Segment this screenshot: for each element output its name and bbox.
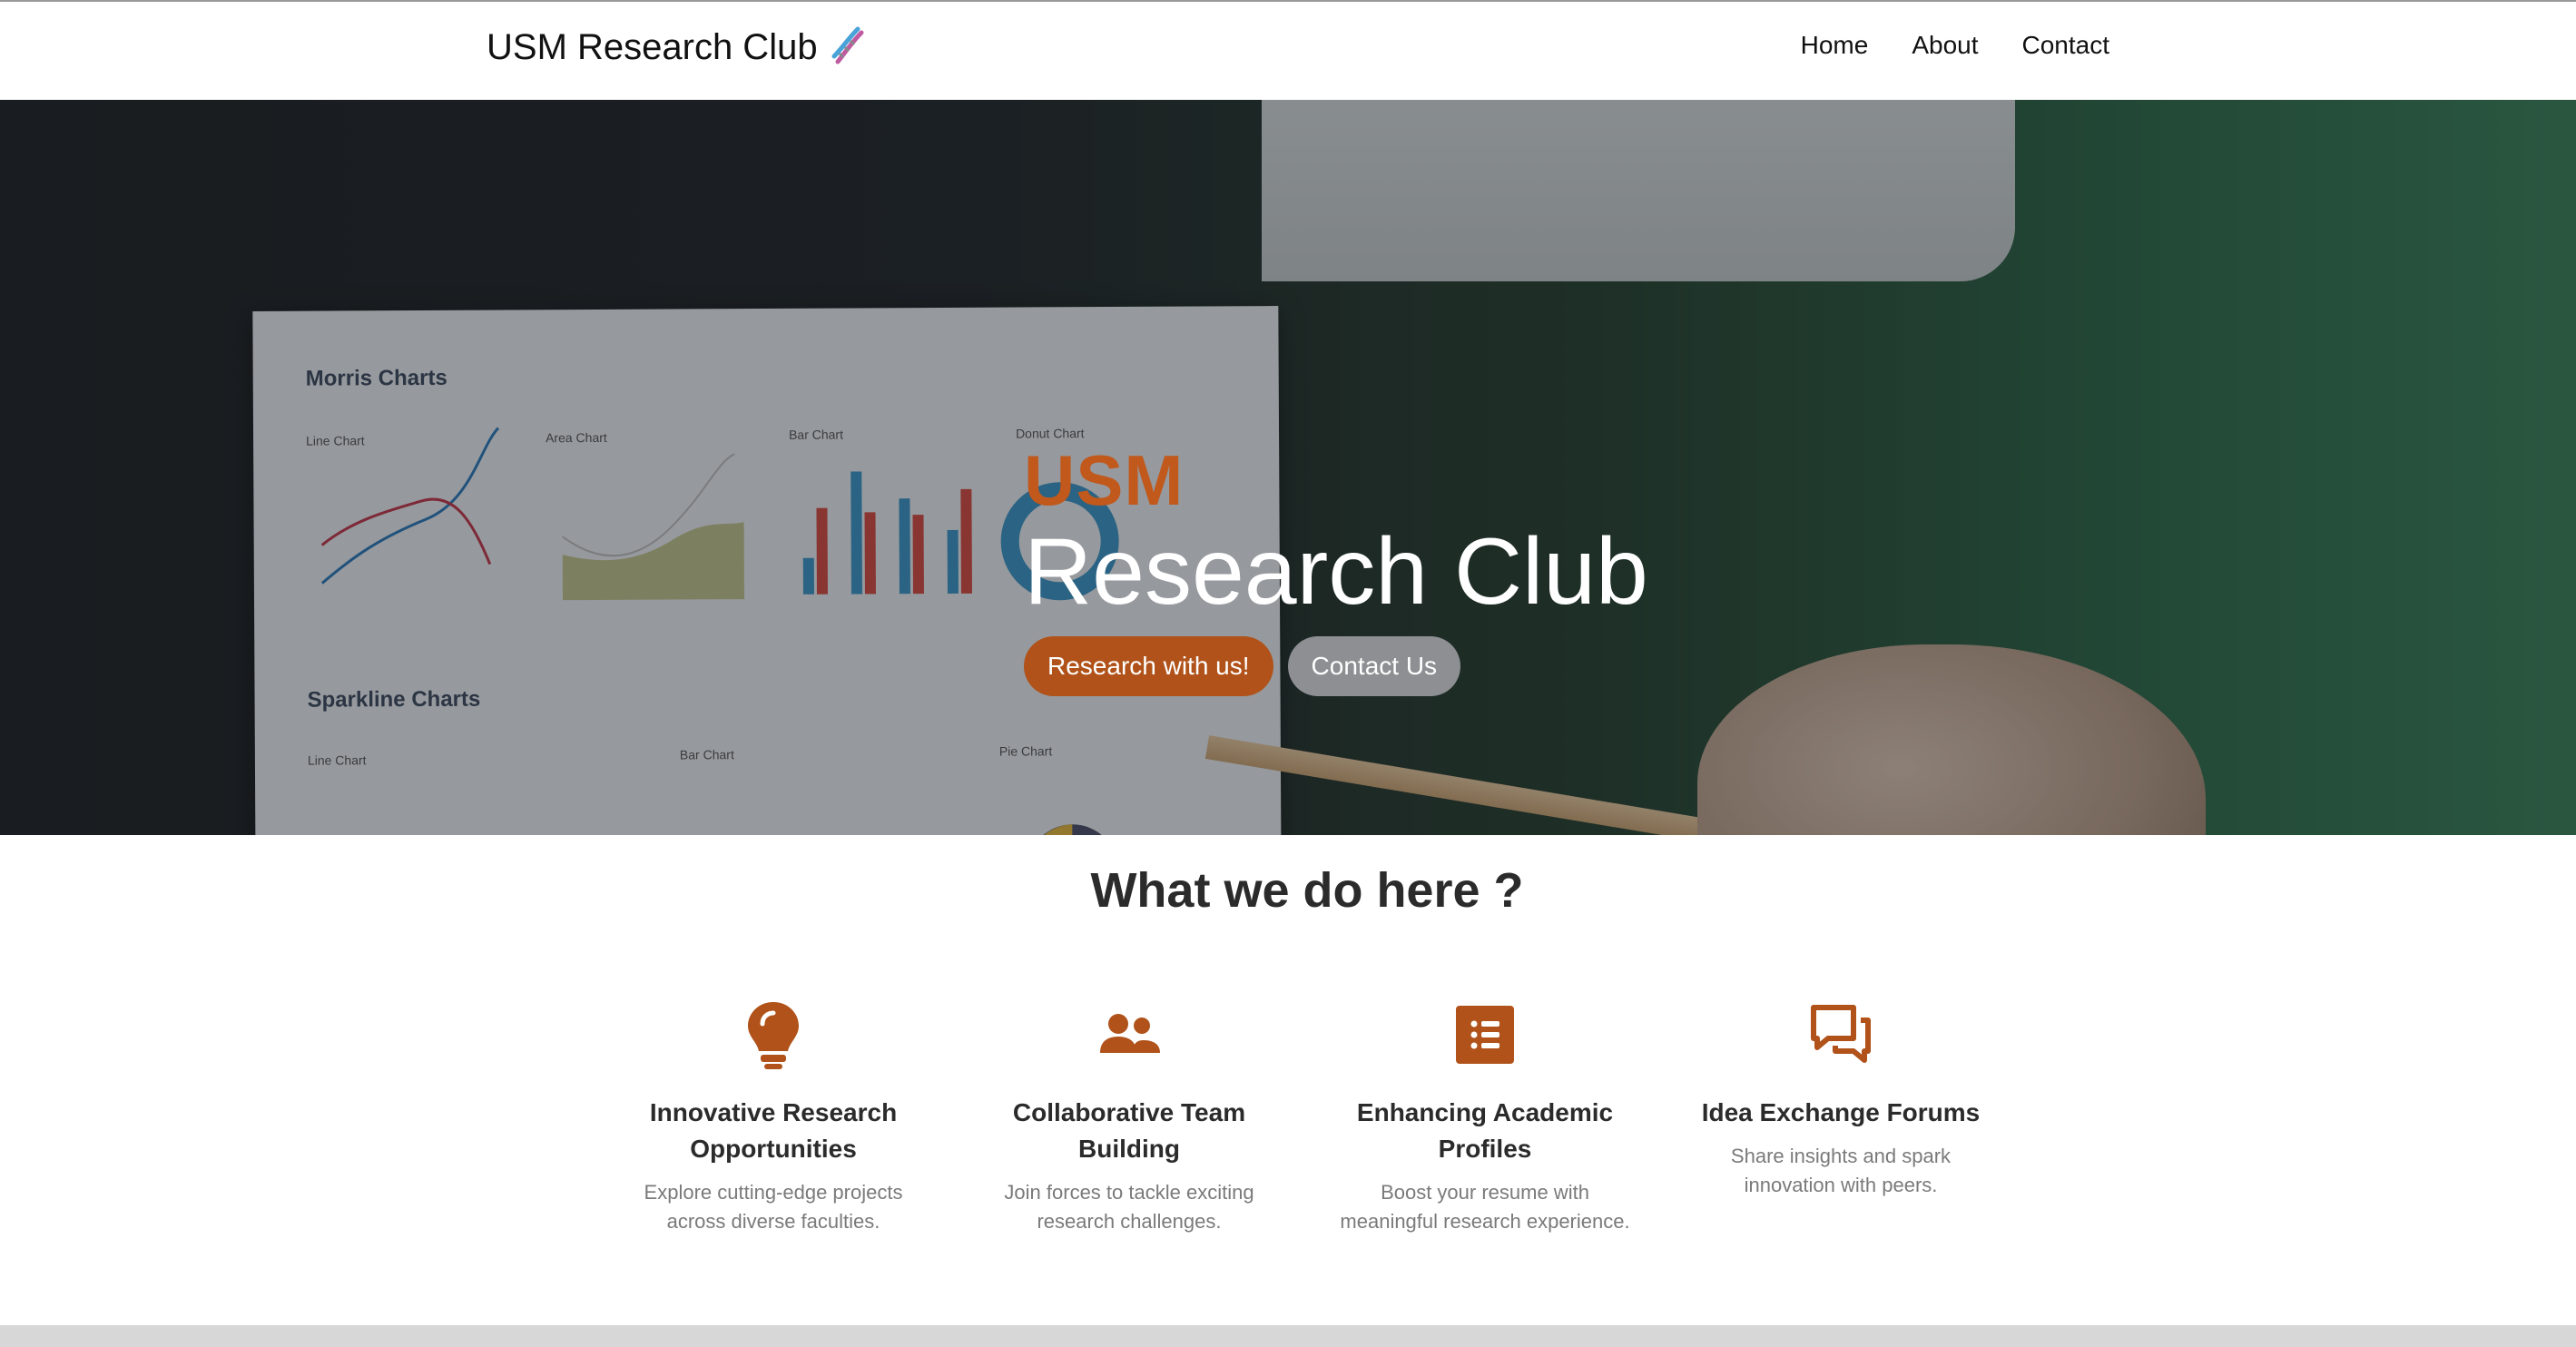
feature-text-line1: Explore cutting-edge projects bbox=[644, 1181, 903, 1204]
hero-usm: USM bbox=[1024, 440, 1185, 520]
feature-title-line1: Collaborative Team bbox=[1012, 1098, 1246, 1126]
feature-innovative-research: Innovative Research Opportunities Explor… bbox=[619, 998, 928, 1236]
hero-title: Research Club bbox=[1024, 519, 1648, 624]
feature-team-building: Collaborative Team Building Join forces … bbox=[975, 998, 1283, 1236]
hero-buttons: Research with us! Contact Us bbox=[1024, 636, 1841, 697]
feature-text-line2: across diverse faculties. bbox=[666, 1210, 880, 1233]
feature-title-line1: Enhancing Academic bbox=[1356, 1098, 1614, 1126]
nav-about[interactable]: About bbox=[1912, 31, 1978, 60]
list-icon bbox=[1456, 1006, 1514, 1064]
feature-text-line1: Share insights and spark bbox=[1730, 1145, 1952, 1167]
footer-strip bbox=[0, 1325, 2576, 1347]
brand-name: USM Research Club bbox=[487, 26, 818, 67]
feature-title-line1: Innovative Research bbox=[649, 1098, 898, 1126]
feature-title-line2: Building bbox=[1078, 1135, 1180, 1163]
hero-banner: Morris Charts Line Chart Area Chart Bar … bbox=[0, 100, 2576, 835]
feature-academic-profiles: Enhancing Academic Profiles Boost your r… bbox=[1331, 998, 1639, 1236]
section-title: What we do here ? bbox=[1090, 863, 1524, 918]
navbar: USM Research Club Home About Contact bbox=[0, 0, 2576, 100]
nav-links: Home About Contact bbox=[1801, 20, 2109, 71]
nav-home[interactable]: Home bbox=[1801, 31, 1869, 60]
feature-title-line2: Opportunities bbox=[690, 1135, 857, 1163]
feature-text-line2: innovation with peers. bbox=[1744, 1174, 1938, 1196]
brand-link[interactable]: USM Research Club bbox=[487, 20, 870, 74]
feature-text-line1: Boost your resume with bbox=[1381, 1181, 1589, 1204]
feature-text-line1: Join forces to tackle exciting bbox=[1004, 1181, 1254, 1204]
feature-title: Idea Exchange Forums bbox=[1701, 1098, 1981, 1126]
lightbulb-icon bbox=[748, 1002, 799, 1069]
nav-contact[interactable]: Contact bbox=[2022, 31, 2110, 60]
research-with-us-button[interactable]: Research with us! bbox=[1024, 636, 1273, 697]
team-icon bbox=[1100, 1014, 1160, 1053]
dna-icon bbox=[831, 26, 864, 64]
feature-idea-exchange: Idea Exchange Forums Share insights and … bbox=[1686, 998, 1995, 1200]
feature-text-line2: meaningful research experience. bbox=[1340, 1210, 1630, 1233]
contact-us-button[interactable]: Contact Us bbox=[1287, 636, 1461, 697]
feature-title-line2: Profiles bbox=[1438, 1135, 1532, 1163]
hero-content: USM Research Club Research with us! Cont… bbox=[1024, 440, 1841, 697]
chat-icon bbox=[1811, 1005, 1871, 1063]
feature-text-line2: research challenges. bbox=[1037, 1210, 1222, 1233]
